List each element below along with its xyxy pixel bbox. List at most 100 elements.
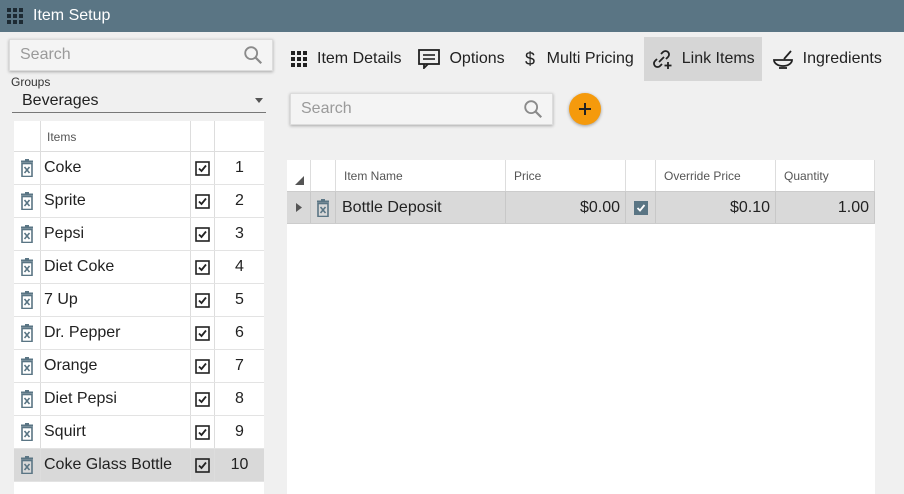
window-title: Item Setup: [33, 7, 111, 24]
item-row[interactable]: Coke Glass Bottle 10: [14, 449, 264, 482]
delete-cell: [14, 284, 41, 316]
item-order: 3: [235, 225, 244, 242]
items-table: Items Coke 1 Sprite 2 Pepsi 3 Diet Coke …: [14, 121, 264, 494]
item-order: 5: [235, 291, 244, 308]
checkbox-checked-icon: [195, 160, 210, 176]
tab-options[interactable]: Options: [411, 37, 512, 81]
tab-label: Multi Pricing: [546, 50, 634, 67]
item-name: Dr. Pepper: [41, 317, 191, 349]
delete-cell: [14, 449, 41, 481]
column-price[interactable]: Price: [506, 160, 626, 191]
linked-item-quantity[interactable]: 1.00: [776, 192, 875, 223]
add-link-button[interactable]: [569, 93, 601, 125]
column-override-price[interactable]: Override Price: [656, 160, 776, 191]
item-order: 8: [235, 390, 244, 407]
chevron-down-icon: [255, 98, 263, 103]
delete-cell: [14, 350, 41, 382]
item-name: Diet Coke: [41, 251, 191, 283]
delete-icon[interactable]: [20, 291, 34, 309]
item-enabled-checkbox[interactable]: [191, 185, 215, 217]
column-item-name[interactable]: Item Name: [336, 160, 506, 191]
link-search-input[interactable]: [291, 100, 522, 118]
expand-row-button[interactable]: [287, 192, 311, 223]
checkbox-checked-icon: [195, 259, 210, 275]
checkbox-checked-icon: [195, 292, 210, 308]
item-name: Coke Glass Bottle: [41, 449, 191, 481]
delete-icon[interactable]: [20, 324, 34, 342]
bowl-icon: [772, 49, 798, 69]
delete-cell: [14, 185, 41, 217]
item-enabled-checkbox[interactable]: [191, 449, 215, 481]
item-enabled-checkbox[interactable]: [191, 218, 215, 250]
linked-item-override-price[interactable]: $0.10: [656, 192, 776, 223]
item-enabled-checkbox[interactable]: [191, 284, 215, 316]
delete-icon[interactable]: [20, 390, 34, 408]
tab-label: Link Items: [681, 50, 755, 67]
item-name: Sprite: [41, 185, 191, 217]
delete-icon[interactable]: [20, 423, 34, 441]
corner-triangle-icon: [295, 176, 304, 185]
tab-label: Options: [449, 50, 505, 67]
delete-cell: [14, 383, 41, 415]
delete-icon[interactable]: [20, 258, 34, 276]
checkbox-checked-icon: [633, 200, 648, 215]
delete-cell: [14, 251, 41, 283]
delete-icon[interactable]: [316, 198, 330, 217]
items-column-header[interactable]: Items: [41, 121, 191, 151]
delete-icon[interactable]: [20, 456, 34, 474]
delete-cell: [14, 218, 41, 250]
tab-item-details[interactable]: Item Details: [283, 37, 409, 81]
item-enabled-checkbox[interactable]: [191, 152, 215, 184]
item-row[interactable]: 7 Up 5: [14, 284, 264, 317]
linked-items-body: Bottle Deposit $0.00 $0.10 1.00: [287, 192, 875, 224]
item-order: 2: [235, 192, 244, 209]
grid-icon: [290, 50, 312, 68]
items-table-body: Coke 1 Sprite 2 Pepsi 3 Diet Coke 4 7 Up…: [14, 152, 264, 482]
item-row[interactable]: Dr. Pepper 6: [14, 317, 264, 350]
item-row[interactable]: Diet Coke 4: [14, 251, 264, 284]
link-search-box: [290, 93, 553, 125]
item-order: 1: [235, 159, 244, 176]
search-icon[interactable]: [522, 98, 544, 120]
items-search-input[interactable]: [10, 46, 242, 64]
delete-icon[interactable]: [20, 159, 34, 177]
plus-icon: [579, 103, 591, 115]
item-row[interactable]: Orange 7: [14, 350, 264, 383]
groups-label: Groups: [11, 75, 51, 89]
tab-label: Item Details: [317, 50, 402, 67]
link-add-icon: [651, 49, 677, 69]
select-all-corner[interactable]: [287, 160, 311, 191]
checkbox-checked-icon: [195, 358, 210, 374]
search-icon[interactable]: [242, 44, 264, 66]
delete-icon[interactable]: [20, 225, 34, 243]
item-enabled-checkbox[interactable]: [191, 317, 215, 349]
checkbox-checked-icon: [195, 226, 210, 242]
item-row[interactable]: Coke 1: [14, 152, 264, 185]
item-row[interactable]: Squirt 9: [14, 416, 264, 449]
tab-ingredients[interactable]: Ingredients: [764, 37, 889, 81]
checkbox-checked-icon: [195, 391, 210, 407]
groups-dropdown[interactable]: Beverages: [12, 89, 266, 113]
override-checkbox[interactable]: [626, 192, 656, 223]
svg-text:$: $: [525, 49, 535, 69]
delete-icon[interactable]: [20, 192, 34, 210]
item-enabled-checkbox[interactable]: [191, 350, 215, 382]
item-row[interactable]: Sprite 2: [14, 185, 264, 218]
tab-label: Ingredients: [802, 50, 882, 67]
item-order: 7: [235, 357, 244, 374]
item-name: Orange: [41, 350, 191, 382]
item-enabled-checkbox[interactable]: [191, 383, 215, 415]
item-row[interactable]: Diet Pepsi 8: [14, 383, 264, 416]
item-enabled-checkbox[interactable]: [191, 251, 215, 283]
linked-item-name: Bottle Deposit: [336, 192, 506, 223]
tab-link-items[interactable]: Link Items: [643, 37, 762, 81]
app-grid-icon[interactable]: [7, 8, 23, 24]
linked-item-row[interactable]: Bottle Deposit $0.00 $0.10 1.00: [287, 192, 875, 224]
item-enabled-checkbox[interactable]: [191, 416, 215, 448]
column-quantity[interactable]: Quantity: [776, 160, 875, 191]
tab-multi-pricing[interactable]: $ Multi Pricing: [514, 37, 641, 81]
item-row[interactable]: Pepsi 3: [14, 218, 264, 251]
delete-icon[interactable]: [20, 357, 34, 375]
groups-selected-value: Beverages: [22, 91, 99, 109]
item-name: Squirt: [41, 416, 191, 448]
